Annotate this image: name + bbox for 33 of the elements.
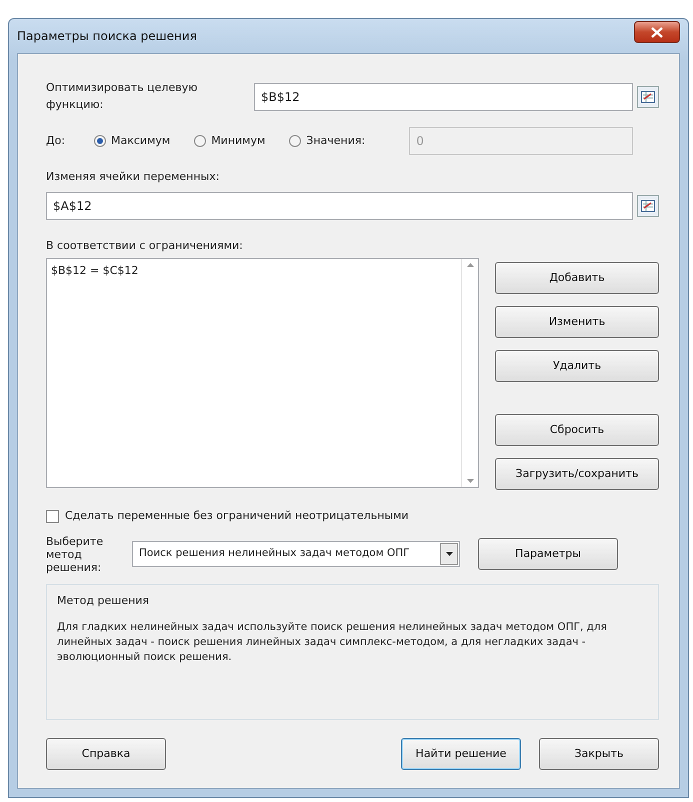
method-dropdown[interactable]: Поиск решения нелинейных задач методом ОПГ (132, 541, 460, 568)
dialog-button[interactable]: Сбросить (495, 414, 659, 446)
parameters-button[interactable]: Параметры (478, 538, 618, 570)
field-label: Оптимизировать целевую функцию: (46, 80, 198, 112)
dialog-button[interactable]: Найти решение (401, 738, 521, 770)
variables-field[interactable]: $A$12 (46, 192, 633, 220)
scroll-down-icon (466, 479, 474, 483)
description-text: Для гладких нелинейных задач используйте поиск решения нелинейных задач методом ОПГ, для линейных задач - поиск решения линейных задач симплекс-методом, а для негладких задач - эволюционный поиск решения. (57, 620, 608, 665)
field-label: Выберите метод решения: (46, 534, 104, 574)
caret-icon (446, 552, 452, 556)
scroll-up-icon (466, 263, 474, 267)
dialog-button[interactable]: Загрузить/сохранить (495, 458, 659, 490)
field-label: В соответствии с ограничениями: (46, 238, 244, 254)
objective-field[interactable]: $B$12 (254, 82, 633, 110)
checkbox-label: Сделать переменные без ограничений неотрицательными (65, 508, 409, 524)
dialog-button[interactable]: Добавить (495, 262, 659, 294)
cell-reference-button[interactable] (637, 86, 659, 108)
field-label: До: (46, 132, 66, 149)
dialog-button[interactable]: Закрыть (539, 738, 659, 770)
range-select-icon (641, 200, 655, 212)
close-icon (651, 26, 663, 38)
constraint-item[interactable]: $B$12 = $C$12 (51, 263, 457, 280)
close-button[interactable] (634, 21, 680, 43)
checkbox[interactable] (46, 510, 59, 523)
group-title: Метод решения (57, 593, 150, 610)
range-select-icon (641, 90, 655, 102)
constraints-list[interactable]: $B$12 = $C$12 (46, 258, 479, 488)
dialog-button[interactable]: Изменить (495, 306, 659, 338)
cell-reference-button[interactable] (637, 194, 659, 216)
dialog-button[interactable]: Удалить (495, 350, 659, 382)
field-label: Изменяя ячейки переменных: (46, 169, 220, 185)
window-title: Параметры поиска решения (17, 28, 197, 45)
dialog-button[interactable]: Справка (46, 738, 166, 770)
